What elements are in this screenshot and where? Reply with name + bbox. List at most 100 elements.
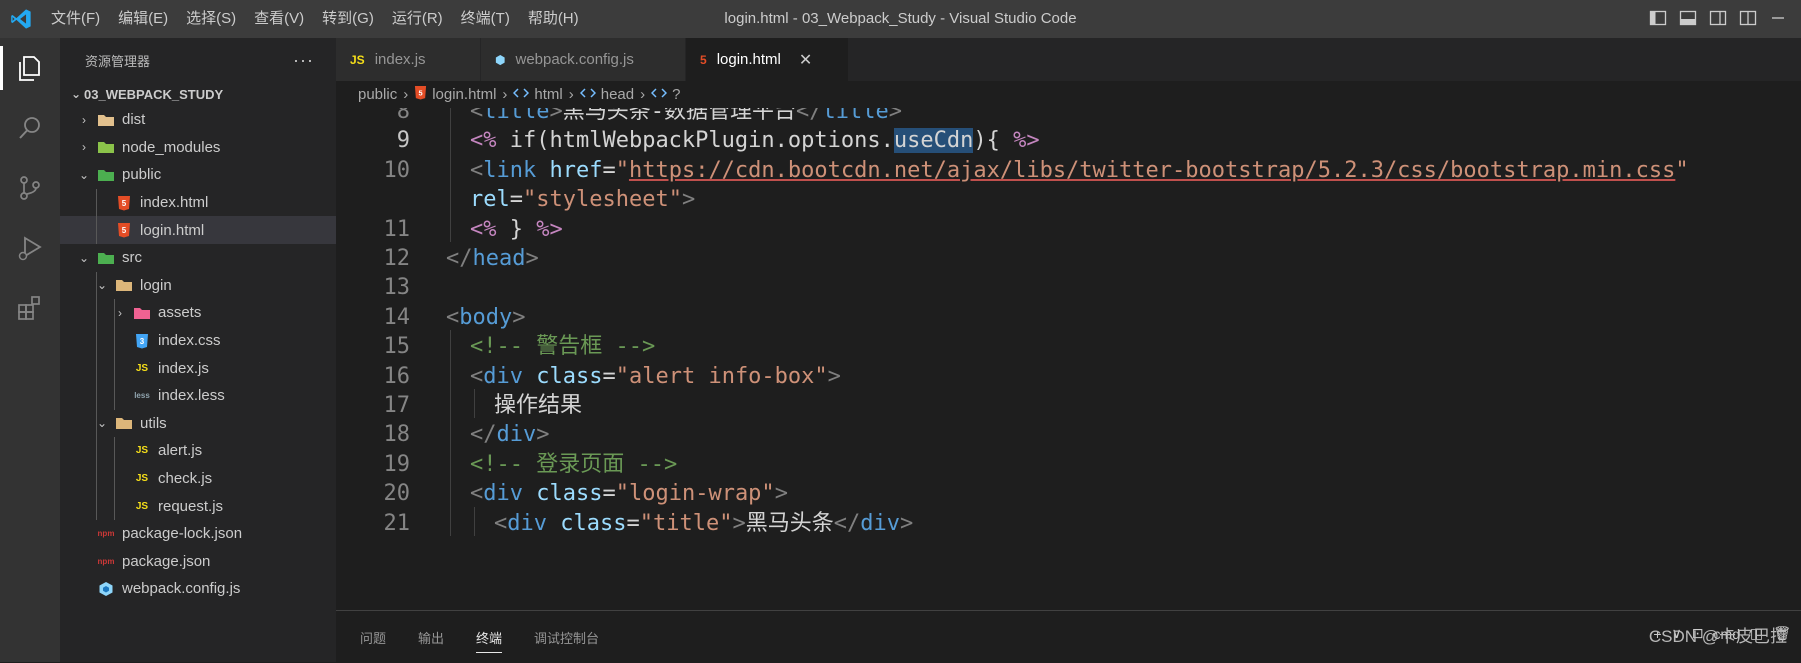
indent-guide — [450, 108, 451, 125]
close-icon[interactable]: ✕ — [799, 50, 812, 70]
toggle-secondary-sidebar-icon[interactable] — [1709, 9, 1727, 27]
indent-guide — [114, 354, 115, 382]
source-control-icon[interactable] — [0, 158, 60, 218]
code-token: "title" — [639, 510, 733, 536]
tree-file[interactable]: less index.less — [60, 381, 336, 410]
tree-file[interactable]: JS alert.js — [60, 437, 336, 465]
panel-tab[interactable]: 问题 — [360, 611, 386, 663]
tree-folder[interactable]: › assets — [60, 299, 336, 327]
code-line[interactable]: 21 <div class="title">黑马头条</div> — [336, 506, 1801, 541]
menu-item[interactable]: 帮助(H) — [519, 0, 588, 38]
breadcrumb-item[interactable]: 5 login.html — [414, 85, 496, 104]
run-debug-icon[interactable] — [0, 218, 60, 278]
webpack-icon — [96, 581, 116, 597]
code-token: > — [681, 187, 696, 213]
menu-item[interactable]: 查看(V) — [245, 0, 313, 38]
customize-layout-icon[interactable] — [1739, 9, 1757, 27]
code-token: "alert info-box" — [615, 363, 828, 389]
code-editor[interactable]: 8 <title>黑马头条-数据管理平台</title> 9 <% if(htmlWe… — [336, 108, 1801, 610]
indent-guide — [114, 464, 115, 493]
toggle-panel-icon[interactable] — [1679, 9, 1697, 27]
code-token: ){ — [973, 128, 1014, 154]
chevron-right-icon: › — [403, 86, 409, 103]
extensions-icon[interactable] — [0, 278, 60, 338]
more-actions-icon[interactable]: ··· — [293, 50, 314, 71]
code-token: %> — [536, 216, 563, 242]
tree-folder[interactable]: ⌄ utils — [60, 409, 336, 438]
menu-item[interactable]: 运行(R) — [383, 0, 452, 38]
tree-file[interactable]: webpack.config.js — [60, 575, 336, 603]
chevron-right-icon: › — [82, 140, 86, 155]
tree-file[interactable]: JS request.js — [60, 492, 336, 520]
tab-webpack-config-js[interactable]: ⬢ webpack.config.js — [481, 38, 686, 81]
breadcrumb-item[interactable]: html — [513, 86, 563, 104]
tree-file[interactable]: 5 index.html — [60, 188, 336, 217]
code-token: = — [602, 481, 616, 507]
panel-tab[interactable]: 输出 — [418, 611, 444, 663]
panel-tab[interactable]: 终端 — [476, 611, 503, 663]
indent-guide — [96, 437, 97, 465]
indent-guide — [474, 506, 475, 536]
indent-guide — [96, 492, 97, 520]
tree-file[interactable]: 3 index.css — [60, 326, 336, 355]
code-token: > — [774, 481, 788, 507]
breadcrumb-item[interactable]: public — [358, 86, 397, 103]
tree-folder[interactable]: › dist — [60, 106, 336, 134]
tree-item-label: dist — [122, 111, 146, 129]
code-token: < — [494, 510, 508, 536]
code-token: </ — [833, 510, 861, 536]
chevron-right-icon: › — [502, 86, 508, 103]
indent-guide — [114, 437, 115, 465]
toggle-primary-sidebar-icon[interactable] — [1649, 9, 1667, 27]
tab-login-html[interactable]: 5 login.html ✕ — [686, 38, 849, 81]
tree-folder[interactable]: ⌄ src — [60, 244, 336, 272]
code-token: https://cdn.bootcdn.net/ajax/libs/twitte… — [628, 157, 1676, 183]
chevron-right-icon: › — [82, 112, 86, 127]
breadcrumb-item[interactable]: ? — [651, 86, 680, 104]
folder-public-icon — [96, 167, 116, 183]
folder-src-icon — [96, 250, 116, 266]
menu-item[interactable]: 选择(S) — [177, 0, 245, 38]
breadcrumb-item[interactable]: head — [579, 86, 634, 104]
tree-item-label: index.css — [158, 332, 221, 350]
minimize-icon[interactable] — [1769, 9, 1787, 27]
tree-folder[interactable]: › node_modules — [60, 134, 336, 162]
menu-item[interactable]: 终端(T) — [452, 0, 519, 38]
tree-folder[interactable]: ⌄ public — [60, 161, 336, 189]
file-tree: › dist › node_modules ⌄ public 5 index.html 5 log… — [60, 106, 336, 603]
project-root[interactable]: ⌄ 03_WEBPACK_STUDY — [60, 82, 336, 106]
search-icon[interactable] — [0, 98, 60, 158]
code-token: 黑马头条 — [745, 510, 834, 536]
html-element-icon — [579, 86, 596, 104]
html-icon: 5 — [414, 85, 427, 104]
tree-file[interactable]: npm package-lock.json — [60, 520, 336, 548]
code-token: div — [483, 363, 523, 389]
code-token: if(htmlWebpackPlugin.options. — [496, 128, 894, 154]
npm-icon: npm — [97, 556, 115, 566]
tab-index-js[interactable]: JS index.js — [336, 38, 481, 81]
panel-tab[interactable]: 调试控制台 — [534, 611, 599, 663]
code-token: "stylesheet" — [523, 187, 682, 213]
tab-label: index.js — [374, 51, 426, 68]
menu-item[interactable]: 文件(F) — [42, 0, 109, 38]
html-icon: 5 — [114, 222, 134, 238]
tree-file[interactable]: npm package.json — [60, 548, 336, 576]
indent-guide — [96, 299, 97, 327]
menu-item[interactable]: 转到(G) — [313, 0, 383, 38]
code-token: 黑马头条-数据管理平台 — [562, 108, 796, 124]
indent-guide — [450, 359, 451, 389]
tree-file[interactable]: JS check.js — [60, 464, 336, 493]
tree-file[interactable]: 5 login.html — [60, 216, 336, 244]
tree-item-label: index.less — [158, 387, 225, 405]
code-token: div — [496, 422, 537, 448]
tree-folder[interactable]: ⌄ login — [60, 271, 336, 300]
tree-item-label: index.html — [140, 194, 209, 212]
svg-text:3: 3 — [140, 337, 145, 346]
menu-item[interactable]: 编辑(E) — [109, 0, 177, 38]
tree-file[interactable]: JS index.js — [60, 354, 336, 382]
explorer-icon[interactable] — [0, 38, 60, 98]
code-token: <% — [470, 128, 497, 154]
tree-item-label: src — [122, 249, 142, 267]
code-token: link — [483, 157, 537, 183]
